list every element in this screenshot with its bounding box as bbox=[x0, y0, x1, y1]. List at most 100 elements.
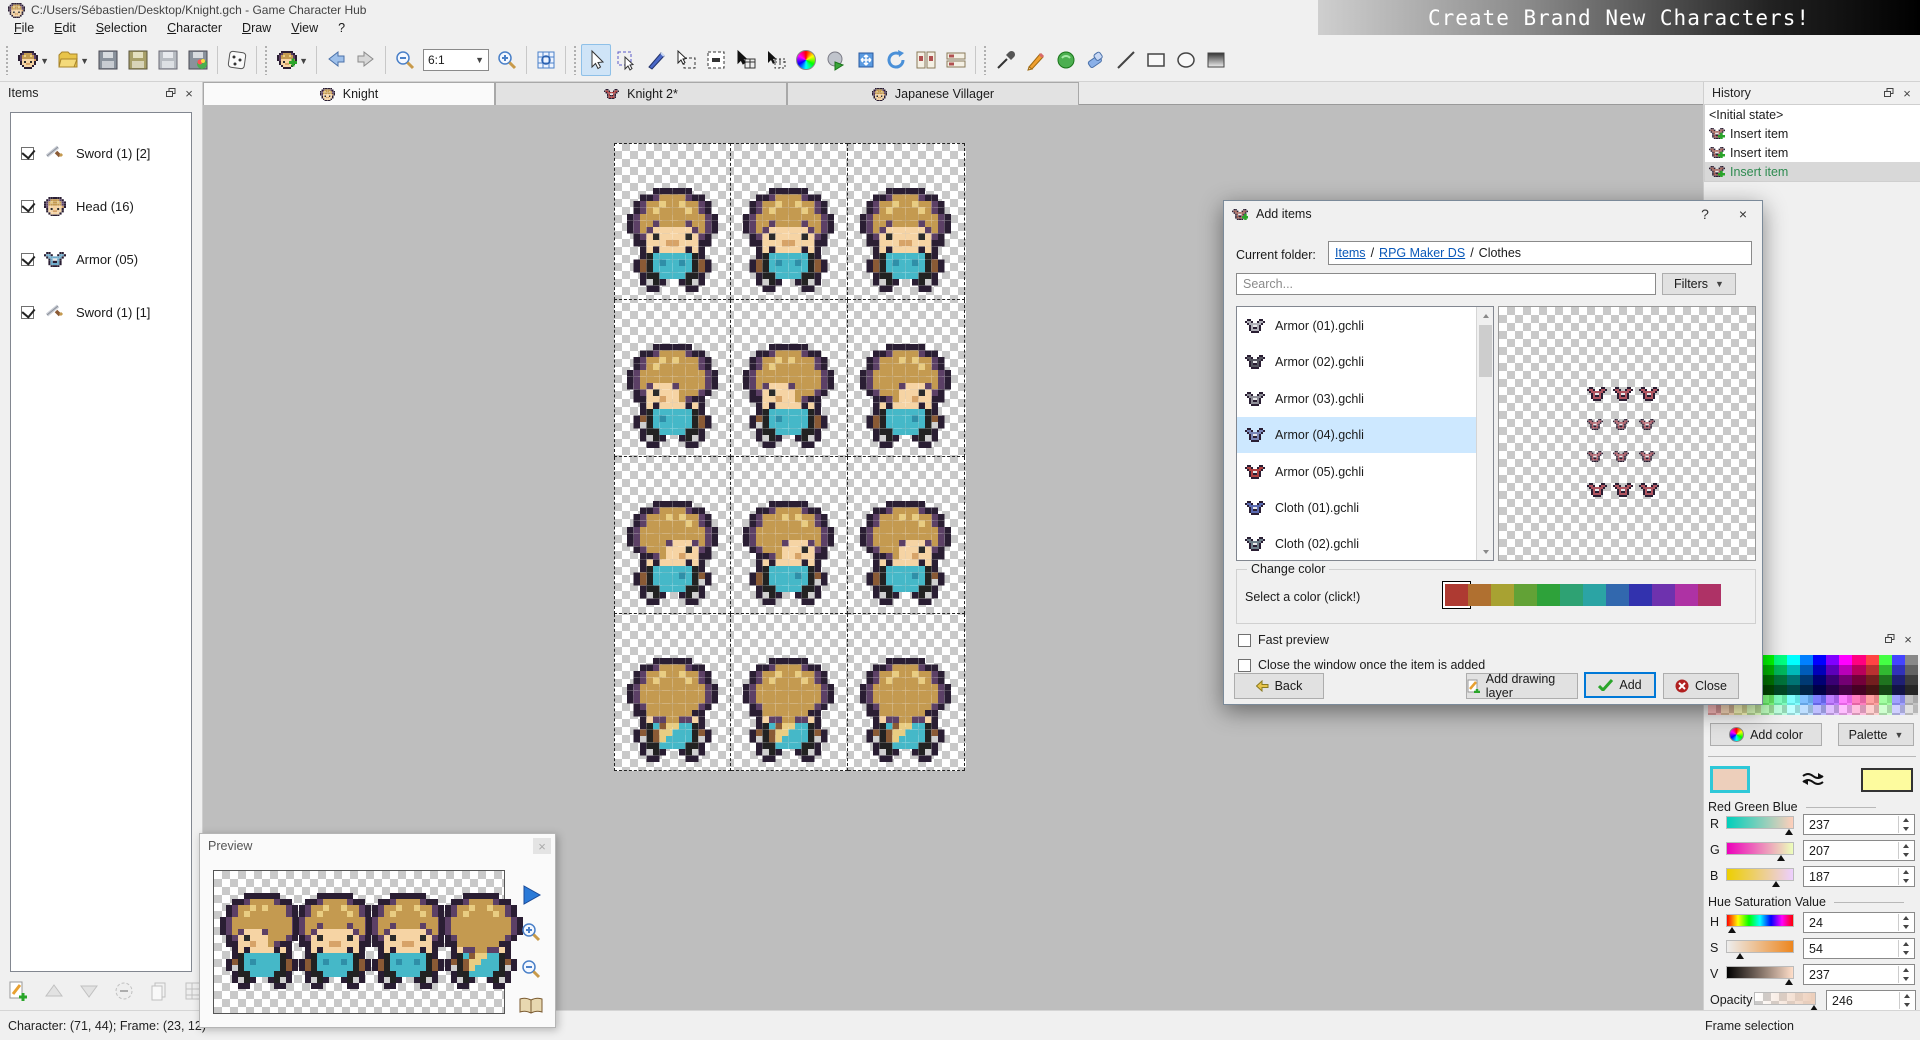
item-row-4[interactable]: Sword (1) [1] bbox=[21, 300, 150, 324]
palette-color-cell[interactable] bbox=[1786, 695, 1800, 705]
palette-color-cell[interactable] bbox=[1865, 685, 1879, 695]
palette-color-cell[interactable] bbox=[1904, 695, 1918, 705]
palette-color-cell[interactable] bbox=[1865, 655, 1879, 665]
v-value-input[interactable]: 237 bbox=[1803, 964, 1915, 985]
spin-down-icon[interactable] bbox=[1900, 1001, 1914, 1010]
move-up-button[interactable] bbox=[41, 978, 67, 1004]
tab-knight-2-[interactable]: Knight 2* bbox=[495, 82, 787, 105]
palette-color-cell[interactable] bbox=[1773, 665, 1787, 675]
palette-color-cell[interactable] bbox=[1799, 695, 1813, 705]
file-row[interactable]: Armor (05).gchli bbox=[1237, 454, 1476, 490]
zoom-out-button[interactable] bbox=[390, 44, 420, 76]
palette-color-cell[interactable] bbox=[1708, 705, 1722, 715]
cut-button[interactable] bbox=[641, 44, 671, 76]
g-value-input[interactable]: 207 bbox=[1803, 840, 1915, 861]
palette-color-cell[interactable] bbox=[1865, 665, 1879, 675]
save-all-button[interactable] bbox=[153, 44, 183, 76]
sheet-cell-r3c2[interactable] bbox=[731, 457, 848, 614]
file-row[interactable]: Cloth (02).gchli bbox=[1237, 526, 1476, 560]
history-entry-4[interactable]: Insert item bbox=[1705, 162, 1920, 181]
zoom-level-select[interactable]: 6:1 ▼ bbox=[423, 48, 489, 71]
spin-down-icon[interactable] bbox=[1899, 975, 1913, 984]
palette-color-cell[interactable] bbox=[1813, 685, 1827, 695]
palette-color-cell[interactable] bbox=[1813, 705, 1827, 715]
palette-color-cell[interactable] bbox=[1891, 695, 1905, 705]
palette-color-cell[interactable] bbox=[1799, 685, 1813, 695]
color-swatch[interactable] bbox=[1629, 584, 1652, 606]
palette-color-cell[interactable] bbox=[1839, 665, 1853, 675]
spin-down-icon[interactable] bbox=[1899, 923, 1913, 932]
fill-button[interactable] bbox=[1051, 44, 1081, 76]
palette-color-cell[interactable] bbox=[1865, 695, 1879, 705]
palette-color-cell[interactable] bbox=[1786, 675, 1800, 685]
palette-color-cell[interactable] bbox=[1773, 695, 1787, 705]
items-close-icon[interactable]: × bbox=[180, 85, 198, 101]
spin-up-icon[interactable] bbox=[1899, 868, 1913, 877]
spin-up-icon[interactable] bbox=[1899, 966, 1913, 975]
palette-color-cell[interactable] bbox=[1904, 675, 1918, 685]
add-drawing-layer-button[interactable] bbox=[6, 978, 32, 1004]
palette-color-cell[interactable] bbox=[1839, 675, 1853, 685]
sheet-cell-r2c3[interactable] bbox=[848, 300, 965, 457]
palette-color-cell[interactable] bbox=[1799, 665, 1813, 675]
palette-color-cell[interactable] bbox=[1813, 665, 1827, 675]
back-button[interactable]: Back bbox=[1234, 673, 1324, 699]
palette-color-cell[interactable] bbox=[1852, 705, 1866, 715]
item-row-2[interactable]: Head (16) bbox=[21, 194, 134, 218]
dialog-help-button[interactable]: ? bbox=[1688, 201, 1722, 227]
history-entry-3[interactable]: Insert item bbox=[1705, 143, 1920, 162]
h-slider-track[interactable] bbox=[1726, 914, 1794, 927]
rotate-button[interactable] bbox=[881, 44, 911, 76]
color-close-icon[interactable]: × bbox=[1899, 631, 1917, 647]
primary-color-swatch[interactable] bbox=[1710, 766, 1750, 793]
item-checkbox[interactable] bbox=[21, 252, 34, 266]
history-float-button[interactable] bbox=[1880, 85, 1898, 101]
filters-button[interactable]: Filters ▼ bbox=[1662, 273, 1736, 295]
file-row[interactable]: Cloth (01).gchli bbox=[1237, 490, 1476, 526]
b-value-input[interactable]: 187 bbox=[1803, 866, 1915, 887]
history-entry-2[interactable]: Insert item bbox=[1705, 124, 1920, 143]
subtract-select-button[interactable] bbox=[701, 44, 731, 76]
palette-color-cell[interactable] bbox=[1878, 665, 1892, 675]
sheet-cell-r2c1[interactable] bbox=[614, 300, 731, 457]
palette-color-cell[interactable] bbox=[1826, 655, 1840, 665]
color-swatch[interactable] bbox=[1675, 584, 1698, 606]
color-swatch[interactable] bbox=[1468, 584, 1491, 606]
palette-color-cell[interactable] bbox=[1865, 675, 1879, 685]
color-swatch[interactable] bbox=[1491, 584, 1514, 606]
sheet-cell-r1c1[interactable] bbox=[614, 143, 731, 300]
palette-color-cell[interactable] bbox=[1721, 705, 1735, 715]
file-list-scrollbar[interactable] bbox=[1476, 307, 1493, 560]
dialog-close-button[interactable]: × bbox=[1726, 201, 1760, 227]
palette-color-cell[interactable] bbox=[1839, 695, 1853, 705]
spin-down-icon[interactable] bbox=[1899, 851, 1913, 860]
opacity-value-input[interactable]: 246 bbox=[1826, 990, 1916, 1011]
sheet-cell-r4c3[interactable] bbox=[848, 614, 965, 771]
breadcrumb-rpg-maker-ds[interactable]: RPG Maker DS bbox=[1379, 246, 1465, 260]
select-button[interactable] bbox=[581, 43, 611, 76]
color-swatch[interactable] bbox=[1514, 584, 1537, 606]
palette-color-cell[interactable] bbox=[1891, 685, 1905, 695]
save-as-button[interactable] bbox=[123, 44, 153, 76]
s-slider-marker[interactable] bbox=[1736, 953, 1745, 959]
file-row[interactable]: Armor (01).gchli bbox=[1237, 308, 1476, 344]
add-drawing-layer-button[interactable]: Add drawing layer bbox=[1466, 672, 1578, 700]
move-down-button[interactable] bbox=[76, 978, 102, 1004]
color-swatch[interactable] bbox=[1583, 584, 1606, 606]
breadcrumb-items[interactable]: Items bbox=[1335, 246, 1366, 260]
color-wheel-button[interactable] bbox=[791, 44, 821, 76]
sheet-cell-r4c1[interactable] bbox=[614, 614, 731, 771]
item-checkbox[interactable] bbox=[21, 199, 34, 213]
palette-color-cell[interactable] bbox=[1904, 705, 1918, 715]
palette-color-cell[interactable] bbox=[1773, 655, 1787, 665]
color-swatch[interactable] bbox=[1560, 584, 1583, 606]
tab-japanese-villager[interactable]: Japanese Villager bbox=[787, 82, 1079, 105]
eraser-button[interactable] bbox=[1081, 44, 1111, 76]
color-swatch[interactable] bbox=[1443, 582, 1470, 608]
palette-color-cell[interactable] bbox=[1760, 705, 1774, 715]
play-button[interactable] bbox=[516, 880, 546, 910]
s-slider-track[interactable] bbox=[1726, 940, 1794, 953]
spin-up-icon[interactable] bbox=[1899, 816, 1913, 825]
color-swatch[interactable] bbox=[1652, 584, 1675, 606]
add-color-button[interactable]: Add color bbox=[1710, 723, 1822, 746]
